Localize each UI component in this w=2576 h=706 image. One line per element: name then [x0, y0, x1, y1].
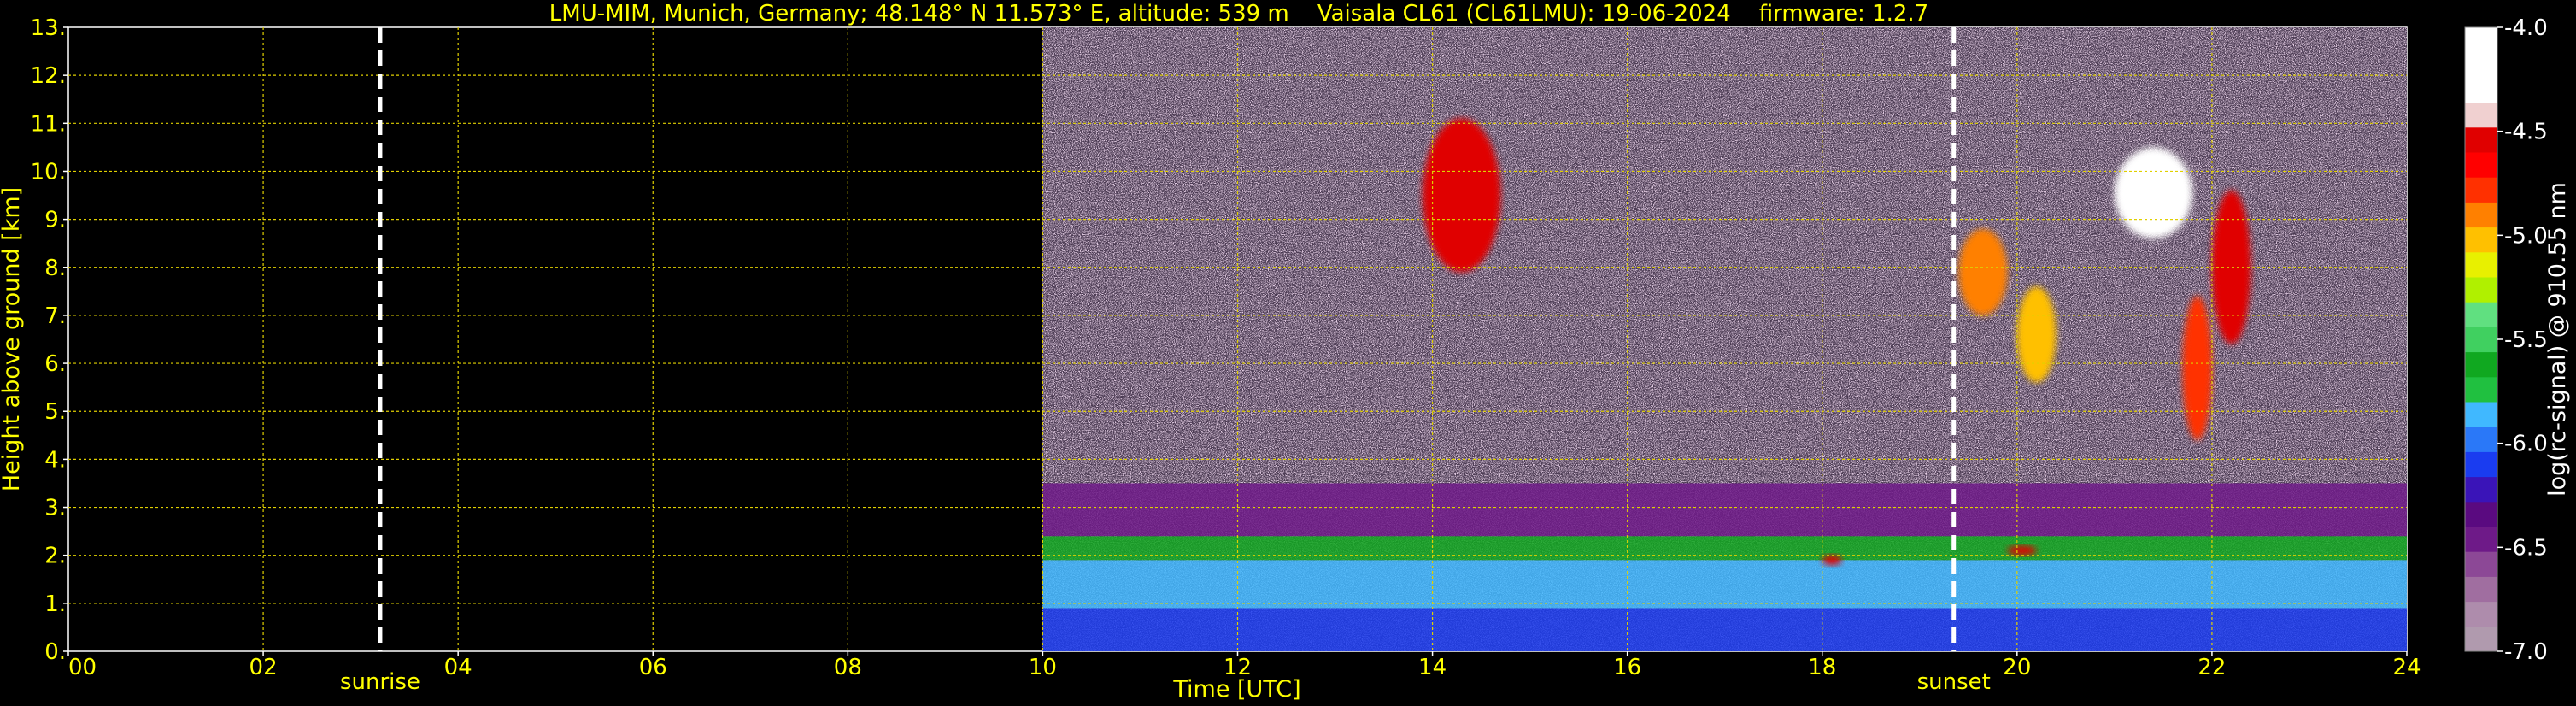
- colorbar-tick-label: -7.0: [2504, 639, 2548, 665]
- x-tick-label: 20: [2003, 655, 2031, 680]
- colorbar-segment: [2465, 126, 2497, 153]
- x-tick-label: 24: [2392, 655, 2421, 680]
- y-tick-label: 9.: [44, 208, 66, 233]
- colorbar-segment: [2465, 527, 2497, 552]
- y-tick-label: 11.: [31, 111, 66, 137]
- sunrise-label: sunrise: [340, 669, 420, 695]
- colorbar-segment: [2465, 327, 2497, 353]
- y-tick-label: 0.: [44, 639, 66, 665]
- colorbar-segment: [2465, 476, 2497, 503]
- x-tick-label: 02: [249, 655, 278, 680]
- cloud-6: [1822, 555, 1842, 565]
- colorbar-segment: [2465, 451, 2497, 478]
- y-tick-label: 3.: [44, 496, 66, 521]
- aerosol-layer-2: [1042, 536, 2407, 561]
- colorbar-tick-label: -6.5: [2504, 535, 2548, 561]
- y-axis-label: Height above ground [km]: [0, 187, 25, 491]
- colorbar-tick-label: -4.5: [2504, 120, 2548, 145]
- aerosol-layer-3: [1042, 483, 2407, 537]
- colorbar-segment: [2465, 351, 2497, 378]
- colorbar-segment: [2465, 376, 2497, 403]
- y-tick-label: 6.: [44, 351, 66, 377]
- colorbar-segment: [2465, 177, 2497, 203]
- y-tick-label: 1.: [44, 591, 66, 617]
- colorbar-label: log(rc-signal) @ 910.55 nm: [2544, 182, 2571, 497]
- colorbar-segment: [2465, 202, 2497, 228]
- y-tick-label: 13.: [31, 15, 66, 41]
- colorbar-segment: [2465, 152, 2497, 178]
- cloud-4: [2182, 296, 2212, 440]
- cloud-7: [2007, 545, 2037, 556]
- x-tick-label: 04: [444, 655, 472, 680]
- chart-title: LMU-MIM, Munich, Germany; 48.148° N 11.5…: [549, 1, 1928, 26]
- cloud-1: [1958, 228, 2008, 315]
- ceilometer-chart: sunrise sunset 00 02 04 06 08 10 12 14 16 18 20 22 24…: [0, 0, 2576, 706]
- colorbar-segment: [2465, 501, 2497, 527]
- colorbar-segment: [2465, 52, 2497, 78]
- y-tick-label: 12.: [31, 63, 66, 89]
- colorbar-tick-label: -5.5: [2504, 327, 2548, 353]
- colorbar-segment: [2465, 626, 2497, 652]
- x-tick-label: 16: [1613, 655, 1641, 680]
- colorbar-segment: [2465, 102, 2497, 128]
- colorbar-segment: [2465, 227, 2497, 253]
- y-tick-label: 7.: [44, 303, 66, 329]
- x-tick-label: 08: [834, 655, 862, 680]
- y-tick-label: 8.: [44, 256, 66, 281]
- x-tick-label: 14: [1418, 655, 1446, 680]
- colorbar-segment: [2465, 576, 2497, 603]
- colorbar-tick-label: -6.0: [2504, 432, 2548, 457]
- x-tick-label: 18: [1808, 655, 1836, 680]
- colorbar-segment: [2465, 427, 2497, 452]
- colorbar-segment: [2465, 27, 2497, 53]
- y-tick-label: 10.: [31, 159, 66, 185]
- aerosol-layer-0: [1042, 608, 2407, 651]
- backscatter-image: [1042, 27, 2407, 651]
- x-axis-label: Time [UTC]: [1172, 676, 1300, 703]
- sunset-label: sunset: [1917, 669, 1991, 695]
- x-tick-label: 10: [1029, 655, 1057, 680]
- y-tick-label: 5.: [44, 399, 66, 425]
- y-tick-label: 2.: [44, 544, 66, 569]
- colorbar-segment: [2465, 601, 2497, 627]
- colorbar-segment: [2465, 277, 2497, 303]
- y-tick-label: 4.: [44, 447, 66, 473]
- cloud-2: [2016, 286, 2057, 383]
- x-tick-label: 22: [2198, 655, 2226, 680]
- colorbar-tick-label: -5.0: [2504, 223, 2548, 249]
- x-tick-label: 00: [68, 655, 97, 680]
- x-tick-label: 06: [639, 655, 667, 680]
- colorbar-segment: [2465, 551, 2497, 577]
- colorbar-segment: [2465, 251, 2497, 278]
- colorbar-segment: [2465, 402, 2497, 427]
- colorbar-tick-label: -4.0: [2504, 15, 2548, 41]
- colorbar-segment: [2465, 77, 2497, 103]
- cloud-0: [1423, 118, 1501, 273]
- colorbar-segment: [2465, 302, 2497, 327]
- aerosol-layer-1: [1042, 560, 2407, 609]
- cloud-3: [2114, 147, 2193, 239]
